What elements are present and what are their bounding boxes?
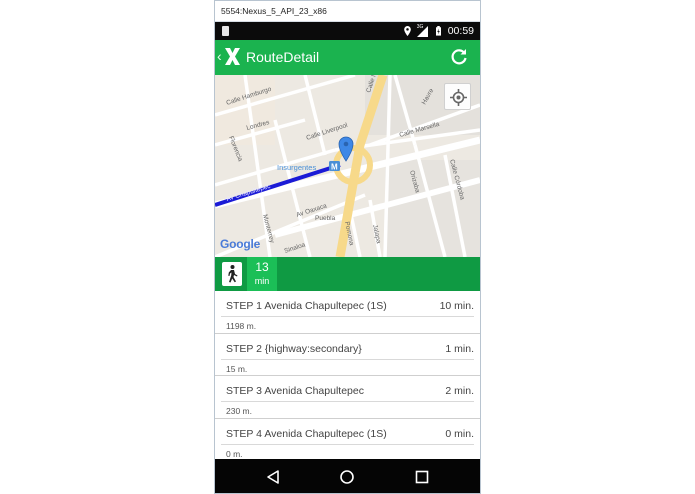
walk-mode-badge: [222, 262, 242, 286]
step-distance: 230 m.: [226, 406, 252, 416]
network-type: 3G: [416, 23, 424, 30]
back-triangle-icon[interactable]: [265, 469, 281, 485]
status-bar: 3G 00:59: [215, 22, 480, 40]
duration-badge: 13 min: [247, 257, 277, 291]
app-title: RouteDetail: [246, 49, 320, 65]
duration-value: 13: [255, 260, 269, 274]
step-distance: 15 m.: [226, 363, 248, 374]
step-title: STEP 4 Avenida Chapultepec (1S): [226, 427, 387, 440]
step-divider: [221, 316, 474, 317]
step-title: STEP 2 {highway:secondary}: [226, 342, 362, 355]
app-x-logo-icon: [225, 48, 240, 65]
step-time: 10 min.: [439, 300, 474, 312]
app-bar: ‹ RouteDetail: [215, 40, 480, 75]
svg-text:Puebla: Puebla: [315, 215, 336, 222]
duration-unit: min: [254, 276, 270, 286]
emulator-frame: 5554:Nexus_5_API_23_x86 3G 00:59 ‹ Route…: [214, 0, 481, 494]
steps-list[interactable]: STEP 1 Avenida Chapultepec (1S) 10 min. …: [215, 291, 480, 459]
location-pin-icon: [403, 26, 411, 36]
recents-square-icon[interactable]: [414, 469, 430, 485]
signal-icon: 3G: [416, 23, 429, 37]
svg-text:Insurgentes: Insurgentes: [277, 163, 316, 172]
home-circle-icon[interactable]: [339, 469, 355, 485]
step-time: 1 min.: [445, 342, 474, 355]
step-item[interactable]: STEP 1 Avenida Chapultepec (1S) 10 min. …: [215, 291, 480, 334]
emulator-title: 5554:Nexus_5_API_23_x86: [215, 1, 480, 22]
walking-icon: [228, 265, 238, 283]
map-view[interactable]: Calle Hamburgo Londres Florencia Calle L…: [215, 75, 480, 257]
step-divider: [221, 443, 474, 445]
chevron-left-icon[interactable]: ‹: [217, 49, 222, 63]
battery-icon: [435, 26, 441, 36]
sd-card-icon: [222, 26, 229, 36]
step-title: STEP 3 Avenida Chapultepec: [226, 385, 364, 397]
step-title: STEP 1 Avenida Chapultepec (1S): [226, 300, 387, 312]
step-divider: [221, 401, 474, 402]
step-distance: 1198 m.: [226, 321, 257, 331]
google-attribution[interactable]: Google: [220, 237, 260, 251]
step-item[interactable]: STEP 4 Avenida Chapultepec (1S) 0 min. 0…: [215, 419, 480, 460]
step-item[interactable]: STEP 2 {highway:secondary} 1 min. 15 m.: [215, 334, 480, 376]
step-item[interactable]: STEP 3 Avenida Chapultepec 2 min. 230 m.: [215, 376, 480, 419]
google-logo-text: Google: [220, 237, 261, 251]
step-time: 0 min.: [445, 427, 474, 440]
metro-badge: M: [329, 161, 340, 172]
my-location-button[interactable]: [444, 83, 471, 110]
system-nav-bar: [215, 459, 480, 493]
status-icons: 3G 00:59: [403, 24, 474, 38]
route-summary-bar: 13 min: [215, 257, 480, 291]
step-distance: 0 m.: [226, 448, 243, 459]
status-time: 00:59: [447, 25, 474, 37]
step-divider: [221, 358, 474, 360]
crosshair-icon: [450, 89, 467, 106]
refresh-icon[interactable]: [450, 48, 468, 66]
svg-text:M: M: [331, 163, 338, 172]
step-time: 2 min.: [445, 385, 474, 397]
